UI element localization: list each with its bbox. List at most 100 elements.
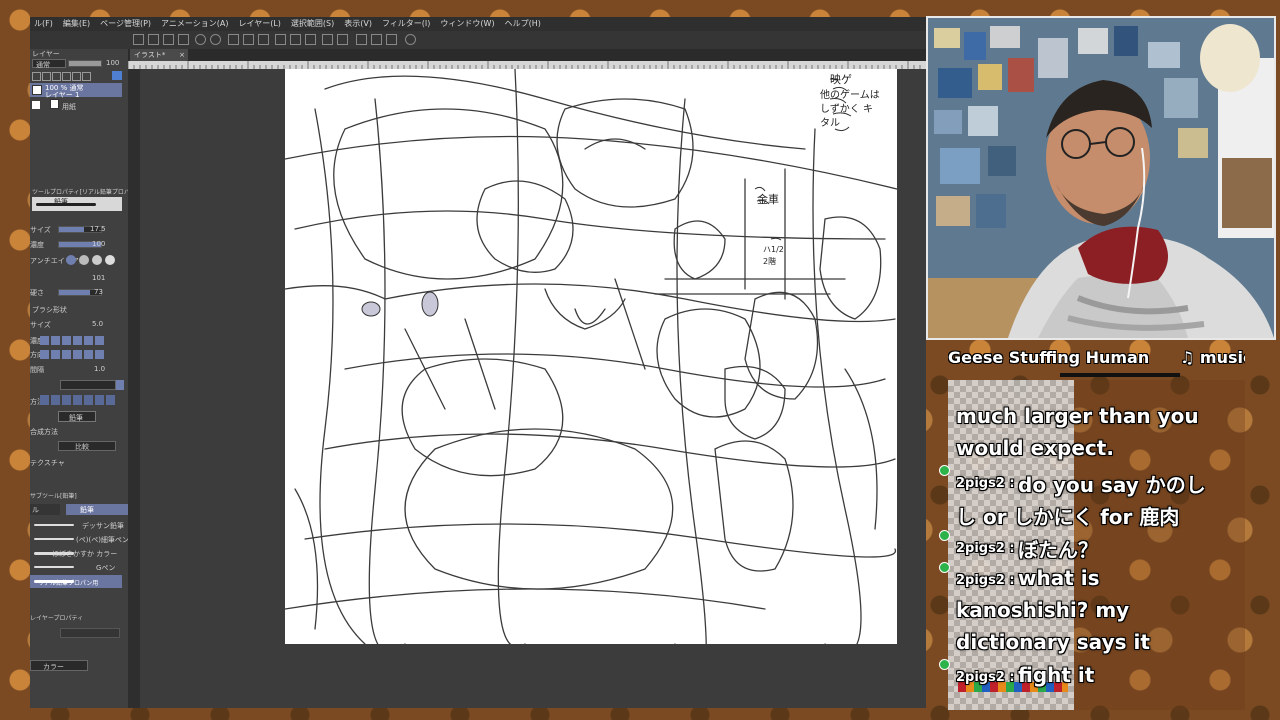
antialias-option-3[interactable] (92, 255, 102, 265)
tool-property-header: ツールプロパティ[リアル鉛筆プロパ...] (32, 189, 138, 196)
menu-layer[interactable]: レイヤー(L) (238, 17, 280, 31)
music-label: ♫ music (1180, 348, 1245, 367)
clear-icon[interactable] (228, 34, 239, 45)
canvas-workspace: 映ゲ 他のゲームは しずかく キタル 金車 ハ1/2 2階 (140, 69, 926, 708)
chat-badge-icon (939, 465, 950, 476)
brush-item-2[interactable]: (ペ)(ペ)細筆ペン (30, 533, 129, 545)
antialias-option-4[interactable] (105, 255, 115, 265)
interval-value: 1.0 (94, 365, 106, 373)
brush-item-5[interactable]: リアル鉛筆プロパン用 (30, 575, 122, 588)
drawing-canvas[interactable]: 映ゲ 他のゲームは しずかく キタル 金車 ハ1/2 2階 (285, 69, 897, 644)
method-options[interactable] (40, 395, 116, 405)
menu-bar: ル(F) 編集(E) ページ管理(P) アニメーション(A) レイヤー(L) 選… (30, 17, 926, 31)
new-file-icon[interactable] (133, 34, 144, 45)
redo-icon[interactable] (210, 34, 221, 45)
webcam-feed (926, 16, 1276, 340)
chat-username: 2pigs2 : (956, 541, 1015, 556)
menu-edit[interactable]: 編集(E) (63, 17, 90, 31)
menu-file[interactable]: ル(F) (34, 17, 53, 31)
layer-color-icon[interactable] (112, 71, 122, 80)
command-bar (30, 31, 926, 50)
save-icon[interactable] (163, 34, 174, 45)
blend-method-label: 合成方法 (30, 428, 58, 436)
direction-swatch-row[interactable] (40, 350, 104, 359)
density-value: 100 (92, 240, 106, 248)
chat-badge-icon (939, 659, 950, 670)
menu-window[interactable]: ウィンドウ(W) (440, 17, 494, 31)
layer-effect-buttons[interactable] (60, 628, 120, 638)
layer-color-select[interactable]: カラー (30, 660, 88, 671)
fill-icon[interactable] (243, 34, 254, 45)
menu-filter[interactable]: フィルター(I) (382, 17, 430, 31)
ruler-icon[interactable] (322, 34, 333, 45)
antialias-option-1[interactable] (66, 255, 76, 265)
chat-line-2: would expect. (956, 436, 1114, 460)
pencil-icon[interactable] (386, 34, 397, 45)
brush-shape-label: ブラシ形状 (32, 306, 67, 314)
layer-opacity-value: 100 (106, 59, 120, 67)
brush-item-4[interactable]: Gペン (30, 561, 122, 573)
size2-label: サイズ (30, 321, 51, 329)
stream-title-bar: Geese Stuffing Human ♫ music (948, 348, 1245, 372)
interval-dots[interactable] (60, 380, 116, 390)
title-underline (1060, 373, 1180, 377)
menu-help[interactable]: ヘルプ(H) (505, 17, 541, 31)
sketch-strokes (285, 69, 897, 644)
ruler-horizontal (128, 61, 926, 69)
eye-icon[interactable] (32, 101, 40, 109)
export-icon[interactable] (178, 34, 189, 45)
chat-username: 2pigs2 : (956, 573, 1015, 588)
layer-row-1[interactable]: 100 % 通常 レイヤー 1 (30, 83, 122, 99)
transform-icon[interactable] (258, 34, 269, 45)
density-label: 濃度 (30, 241, 44, 249)
layer-opacity-slider[interactable] (68, 60, 102, 67)
sub-tool-tab-1[interactable]: ル (30, 504, 60, 515)
tool-strip (128, 49, 140, 708)
canvas-note: 他のゲームは しずかく キタル (820, 90, 880, 129)
chat-message: what is (1018, 566, 1100, 590)
open-file-icon[interactable] (148, 34, 159, 45)
interval-label: 間隔 (30, 366, 44, 374)
chat-line-8: dictionary says it (956, 630, 1150, 654)
chat-message: do you say かのし (1018, 473, 1206, 497)
menu-view[interactable]: 表示(V) (344, 17, 372, 31)
chat-badge-icon (939, 530, 950, 541)
antialias-option-2[interactable] (79, 255, 89, 265)
invert-selection-icon[interactable] (305, 34, 316, 45)
brush-item-1[interactable]: デッサン鉛筆 (30, 519, 124, 531)
density-swatch-row[interactable] (40, 336, 104, 345)
interval-dots-toggle[interactable] (116, 380, 124, 390)
canvas-note-small: ハ1/2 2階 (763, 245, 784, 266)
menu-animation[interactable]: アニメーション(A) (161, 17, 228, 31)
pen-icon[interactable] (356, 34, 367, 45)
help-icon[interactable] (405, 34, 416, 45)
menu-selection[interactable]: 選択範囲(S) (291, 17, 334, 31)
snap-icon[interactable] (337, 34, 348, 45)
sub-tool-tab-pencil[interactable]: 鉛筆 (66, 504, 128, 515)
crop-icon[interactable] (275, 34, 286, 45)
size-label: サイズ (30, 226, 51, 234)
close-tab-icon[interactable]: × (179, 49, 185, 61)
layer-toolbar (32, 71, 110, 81)
menu-page[interactable]: ページ管理(P) (100, 17, 151, 31)
size2-value: 5.0 (92, 320, 104, 328)
left-panel: レイヤー 通常 100 100 % 通常 レイヤー 1 用紙 ツールプロパティ[… (30, 49, 138, 708)
document-tab-bar: イラスト* × (128, 49, 926, 61)
chat-line-4: し or しかにく for 鹿肉 (956, 505, 1180, 529)
chat-message: fight it (1018, 663, 1095, 687)
blend-mode-select[interactable]: 通常 (32, 59, 66, 69)
canvas-note-top: 映ゲ (830, 73, 852, 86)
antialias-label: アンチエイリアス (30, 257, 86, 265)
canvas-note-right: 金車 (757, 193, 779, 206)
brush-item-3[interactable]: ほぼきかすか カラー (30, 547, 122, 559)
chat-line-1: much larger than you (956, 404, 1199, 428)
deselect-icon[interactable] (290, 34, 301, 45)
brush-preview (32, 197, 122, 211)
layer-row-paper[interactable]: 用紙 (30, 99, 122, 113)
blend-method-select[interactable]: 比較 (58, 441, 116, 451)
undo-icon[interactable] (195, 34, 206, 45)
pencil-type-button[interactable]: 鉛筆 (58, 411, 96, 422)
brush-icon[interactable] (371, 34, 382, 45)
document-tab[interactable]: イラスト* × (130, 49, 188, 61)
value-101: 101 (92, 274, 106, 282)
